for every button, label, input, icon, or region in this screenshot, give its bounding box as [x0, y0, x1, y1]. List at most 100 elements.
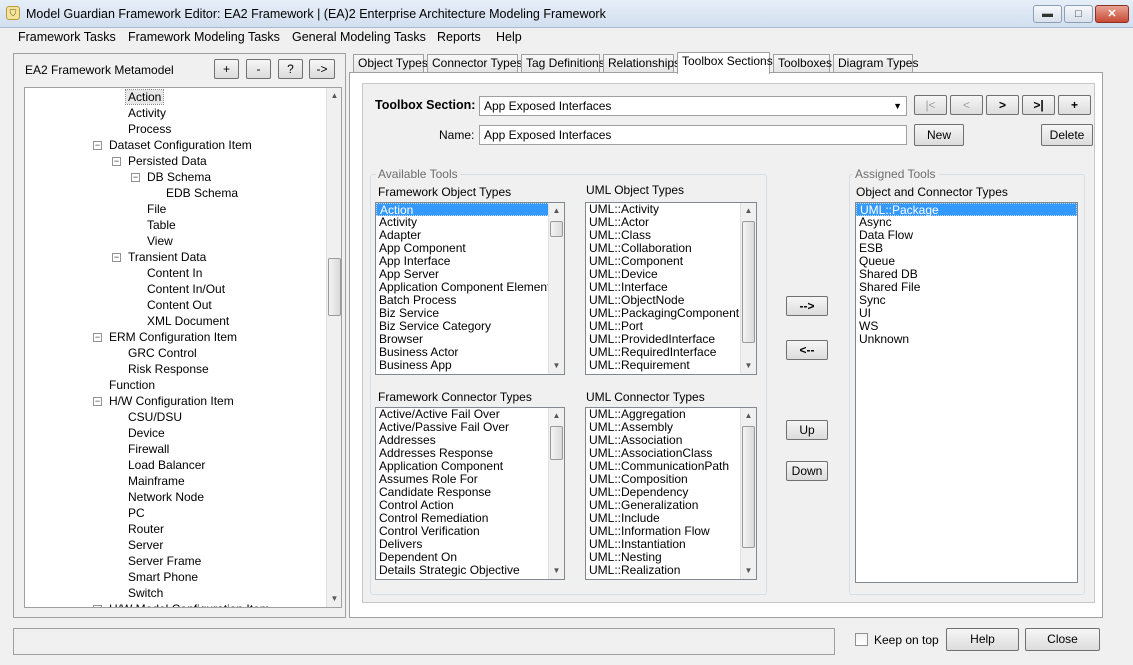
scroll-up-icon[interactable]: ▲	[327, 88, 341, 104]
next-button[interactable]: >	[986, 95, 1019, 115]
close-button[interactable]: Close	[1025, 628, 1100, 651]
tree-node[interactable]: Switch	[128, 586, 163, 600]
list-scrollbar[interactable]: ▲ ▼	[740, 203, 756, 374]
framework-object-types-list[interactable]: Action Activity Adapter App Component App In…	[375, 202, 565, 375]
scroll-thumb[interactable]	[742, 221, 755, 343]
scroll-thumb[interactable]	[550, 426, 563, 460]
tree-node[interactable]: EDB Schema	[166, 186, 238, 200]
tree-node[interactable]: Smart Phone	[128, 570, 198, 584]
move-up-button[interactable]: Up	[786, 420, 828, 440]
tree-node[interactable]: Dataset Configuration Item	[109, 138, 252, 152]
scroll-up-icon[interactable]: ▲	[549, 408, 564, 424]
list-item[interactable]: Details Strategic Objective	[376, 564, 564, 577]
scroll-down-icon[interactable]: ▼	[549, 358, 564, 374]
assigned-tools-list[interactable]: UML::Package Async Data Flow ESB Queue Shared…	[855, 202, 1078, 583]
scroll-up-icon[interactable]: ▲	[741, 408, 756, 424]
tree-node[interactable]: XML Document	[147, 314, 229, 328]
tree-node[interactable]: Persisted Data	[128, 154, 207, 168]
keep-on-top-checkbox[interactable]	[855, 633, 868, 646]
new-button[interactable]: New	[914, 124, 964, 146]
tab-toolboxes[interactable]: Toolboxes	[773, 54, 832, 73]
tree-node[interactable]: PC	[128, 506, 145, 520]
list-item[interactable]: Unknown	[856, 333, 1077, 346]
maximize-button[interactable]: □	[1064, 5, 1093, 23]
list-item[interactable]: Data Flow	[856, 229, 1077, 242]
tree-node[interactable]: Process	[128, 122, 171, 136]
delete-button[interactable]: Delete	[1041, 124, 1093, 146]
scroll-down-icon[interactable]: ▼	[549, 563, 564, 579]
tree-node[interactable]: Function	[109, 378, 155, 392]
tree-node[interactable]: Table	[147, 218, 176, 232]
tab-diagram-types[interactable]: Diagram Types	[833, 54, 918, 73]
tab-relationships[interactable]: Relationships	[603, 54, 680, 73]
collapse-icon[interactable]: −	[93, 397, 102, 406]
expand-all-button[interactable]: +	[214, 59, 239, 79]
first-button[interactable]: |<	[914, 95, 947, 115]
navigate-button[interactable]: ->	[309, 59, 335, 79]
tree-node[interactable]: File	[147, 202, 166, 216]
collapse-icon[interactable]: −	[112, 157, 121, 166]
scroll-down-icon[interactable]: ▼	[741, 563, 756, 579]
tree-node[interactable]: Transient Data	[128, 250, 206, 264]
list-item[interactable]: UML::Requirement	[586, 359, 756, 372]
menu-framework-tasks[interactable]: Framework Tasks	[18, 30, 116, 44]
move-down-button[interactable]: Down	[786, 461, 828, 481]
tab-object-types[interactable]: Object Types	[353, 54, 428, 73]
list-item[interactable]: UI	[856, 307, 1077, 320]
tree-node[interactable]: Firewall	[128, 442, 169, 456]
menu-framework-modeling-tasks[interactable]: Framework Modeling Tasks	[128, 30, 280, 44]
help-button[interactable]: Help	[946, 628, 1019, 651]
tree-node[interactable]: CSU/DSU	[128, 410, 182, 424]
tree-node[interactable]: Content In/Out	[147, 282, 225, 296]
scroll-thumb[interactable]	[550, 221, 563, 237]
list-item[interactable]: Shared File	[856, 281, 1077, 294]
tab-tag-definitions[interactable]: Tag Definitions	[521, 54, 605, 73]
menu-general-modeling-tasks[interactable]: General Modeling Tasks	[292, 30, 426, 44]
minimize-button[interactable]: ▬	[1033, 5, 1062, 23]
scroll-up-icon[interactable]: ▲	[741, 203, 756, 219]
tree-node[interactable]: Router	[128, 522, 164, 536]
tree-node[interactable]: DB Schema	[147, 170, 211, 184]
tree-node[interactable]: ERM Configuration Item	[109, 330, 237, 344]
close-window-button[interactable]: ✕	[1095, 5, 1129, 23]
toolbox-section-select[interactable]: App Exposed Interfaces ▼	[479, 96, 907, 116]
tree-scrollbar[interactable]: ▲ ▼	[326, 88, 341, 607]
tab-connector-types[interactable]: Connector Types	[427, 54, 523, 73]
collapse-icon[interactable]: −	[93, 333, 102, 342]
tree-node[interactable]: View	[147, 234, 173, 248]
collapse-icon[interactable]: −	[131, 173, 140, 182]
remove-tool-button[interactable]: <--	[786, 340, 828, 360]
tree-node[interactable]: H/W Model Configuration Item	[109, 602, 270, 607]
list-scrollbar[interactable]: ▲ ▼	[548, 203, 564, 374]
scroll-up-icon[interactable]: ▲	[549, 203, 564, 219]
framework-connector-types-list[interactable]: Active/Active Fail Over Active/Passive Fa…	[375, 407, 565, 580]
metamodel-tree[interactable]: ▲ ▼ Action Activity Process − Dataset Config…	[24, 87, 342, 608]
scroll-thumb[interactable]	[742, 426, 755, 548]
previous-button[interactable]: <	[950, 95, 983, 115]
add-section-button[interactable]: +	[1058, 95, 1091, 115]
tree-node[interactable]: Network Node	[128, 490, 204, 504]
tree-node[interactable]: Action	[124, 89, 165, 105]
menu-reports[interactable]: Reports	[437, 30, 481, 44]
list-item[interactable]: UML::Realization	[586, 564, 756, 577]
add-tool-button[interactable]: -->	[786, 296, 828, 316]
tab-toolbox-sections[interactable]: Toolbox Sections	[677, 52, 773, 74]
uml-connector-types-list[interactable]: UML::Aggregation UML::Assembly UML::Associ…	[585, 407, 757, 580]
help-tree-button[interactable]: ?	[278, 59, 303, 79]
uml-object-types-list[interactable]: UML::Activity UML::Actor UML::Class UML::Co…	[585, 202, 757, 375]
tree-node[interactable]: Server	[128, 538, 163, 552]
last-button[interactable]: >|	[1022, 95, 1055, 115]
name-input[interactable]: App Exposed Interfaces	[479, 125, 907, 145]
collapse-icon[interactable]: −	[112, 253, 121, 262]
tree-node[interactable]: H/W Configuration Item	[109, 394, 234, 408]
menu-help[interactable]: Help	[496, 30, 522, 44]
collapse-icon[interactable]: −	[93, 141, 102, 150]
collapse-all-button[interactable]: -	[246, 59, 271, 79]
list-item[interactable]: Business App	[376, 359, 564, 372]
tree-node[interactable]: Mainframe	[128, 474, 185, 488]
tree-node[interactable]: Content Out	[147, 298, 212, 312]
list-scrollbar[interactable]: ▲ ▼	[740, 408, 756, 579]
tree-node[interactable]: Load Balancer	[128, 458, 205, 472]
tree-node[interactable]: Device	[128, 426, 165, 440]
scroll-down-icon[interactable]: ▼	[741, 358, 756, 374]
